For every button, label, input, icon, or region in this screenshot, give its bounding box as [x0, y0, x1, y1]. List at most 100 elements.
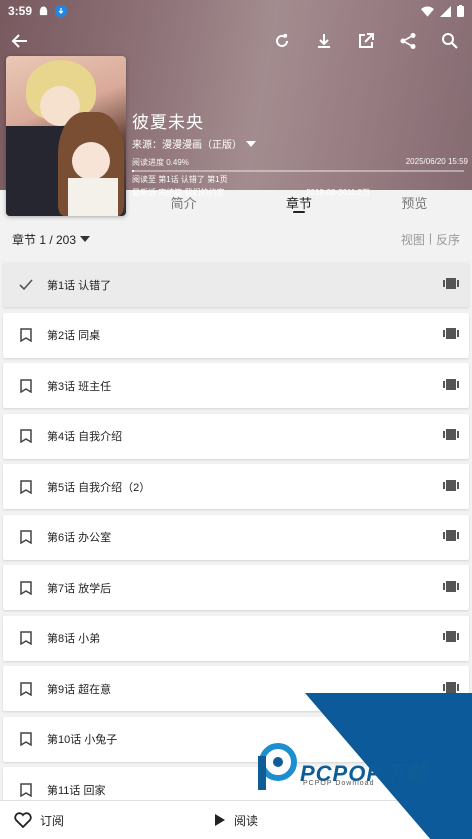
watermark-sub: PCPOP Download [303, 780, 375, 787]
chapter-row[interactable]: 第2话 同桌 [3, 312, 469, 358]
progress-label: 阅读进度 0.49% [132, 158, 189, 167]
bookmark-icon [20, 378, 32, 393]
bookmark-icon [20, 681, 32, 696]
source-selector[interactable]: 来源：漫漫漫画（正版） [132, 136, 468, 151]
pages-icon [443, 580, 459, 592]
chapter-status-icon[interactable] [11, 530, 41, 544]
signal-icon [440, 5, 451, 17]
chapter-download-button[interactable] [443, 528, 459, 546]
chapter-label: 第8话 小弟 [47, 633, 101, 645]
pages-icon [443, 681, 459, 693]
pages-icon [443, 479, 459, 491]
bookmark-icon [20, 631, 32, 645]
check-icon [19, 278, 33, 290]
chapter-status-icon[interactable] [11, 278, 41, 291]
bookmark-icon [20, 328, 32, 342]
manga-title: 彼夏未央 [132, 113, 204, 132]
download-status-icon [55, 5, 68, 17]
wifi-icon [421, 6, 434, 17]
refresh-button[interactable] [270, 29, 294, 53]
chapter-download-button[interactable] [443, 377, 459, 395]
progress-date: 2025/06/20 15:59 [405, 157, 468, 166]
pages-icon [443, 277, 459, 289]
battery-icon [457, 5, 464, 17]
chapter-row[interactable]: 第7话 放学后 [3, 565, 469, 610]
last-read: 阅读至 第1话 认错了 第1页 [132, 175, 228, 184]
chapter-status-icon[interactable] [11, 631, 41, 645]
chapter-label: 第1话 认错了 [47, 279, 112, 292]
update-date: 2018-08-30 [306, 188, 348, 197]
chapter-row[interactable]: 第8话 小弟 [3, 615, 469, 661]
back-button[interactable] [8, 29, 32, 53]
chapter-row[interactable]: 第5话 自我介绍（2） [3, 464, 469, 509]
download-button[interactable] [312, 29, 336, 53]
chapter-label: 第4话 自我介绍 [47, 431, 123, 443]
chapter-download-button[interactable] [443, 427, 459, 445]
chapter-row[interactable]: 第4话 自我介绍 [3, 413, 469, 459]
refresh-icon [276, 34, 288, 47]
chapter-label: 第11话 回家 [47, 784, 106, 797]
chapter-header: 章节 1 / 203 视图 | 反序 [0, 226, 472, 252]
heart-icon [14, 812, 32, 828]
chapter-status-icon[interactable] [11, 378, 41, 393]
chapter-status-icon[interactable] [11, 732, 41, 746]
bookmark-icon [20, 782, 32, 797]
chapter-status-icon[interactable] [11, 681, 41, 696]
watermark-logo [254, 742, 298, 792]
bookmark-icon [20, 479, 32, 494]
chapter-download-button[interactable] [443, 629, 459, 647]
bookmark-icon [20, 732, 32, 746]
cover-image[interactable] [6, 56, 126, 216]
download-icon [318, 34, 330, 48]
chapter-status-icon[interactable] [11, 580, 41, 595]
read-button[interactable]: 阅读 [214, 812, 258, 829]
chapter-download-button[interactable] [443, 579, 459, 597]
chapter-download-button[interactable] [443, 326, 459, 344]
pages-icon [443, 328, 459, 339]
reverse-order-toggle[interactable]: 反序 [436, 231, 460, 248]
chapter-range-selector[interactable]: 章节 1 / 203 [12, 231, 91, 248]
watermark-p-icon [258, 743, 297, 790]
read-label: 阅读 [234, 813, 259, 828]
chapter-row[interactable]: 第1话 认错了 [3, 262, 469, 307]
search-button[interactable] [438, 29, 462, 53]
open-external-icon [359, 33, 374, 48]
view-toggle[interactable]: 视图 [401, 231, 425, 248]
share-button[interactable] [396, 29, 420, 53]
progress-bar [132, 170, 464, 172]
chapter-label: 第5话 自我介绍（2） [47, 481, 151, 494]
chapter-status-icon[interactable] [11, 782, 41, 797]
chapter-row[interactable]: 第3话 班主任 [3, 363, 469, 408]
status-bar: 3:59 [0, 0, 472, 22]
chapter-label: 第9话 超在意 [47, 683, 112, 696]
bookmark-icon [20, 580, 32, 595]
search-icon [442, 33, 458, 49]
dropdown-icon [246, 140, 256, 147]
pages-icon [443, 631, 459, 642]
subscribe-label: 订阅 [40, 813, 65, 828]
subscribe-button[interactable]: 订阅 [14, 812, 64, 829]
chapter-download-button[interactable] [443, 478, 459, 496]
pages-icon [443, 429, 459, 440]
chapter-download-button[interactable] [443, 276, 459, 294]
play-icon [215, 814, 226, 826]
chapter-status-icon[interactable] [11, 429, 41, 443]
separator: | [428, 230, 432, 245]
view-count: 11.2万 [347, 188, 370, 197]
chapter-range-label: 章节 1 / 203 [12, 232, 77, 247]
chapter-label: 第7话 放学后 [47, 582, 112, 595]
chapter-label: 第2话 同桌 [47, 330, 101, 342]
top-toolbar [0, 22, 472, 60]
chevron-down-icon [80, 236, 91, 242]
chapter-status-icon[interactable] [11, 328, 41, 342]
chapter-status-icon[interactable] [11, 479, 41, 494]
pages-icon [443, 378, 459, 390]
chapter-row[interactable]: 第6话 办公室 [3, 514, 469, 560]
source-label: 来源：漫漫漫画（正版） [132, 140, 242, 151]
chapter-label: 第10话 小兔子 [47, 734, 118, 746]
bookmark-icon [20, 429, 32, 443]
chapter-label: 第3话 班主任 [47, 380, 112, 393]
open-external-button[interactable] [354, 29, 378, 53]
status-time: 3:59 [8, 4, 33, 18]
android-icon [39, 5, 48, 15]
